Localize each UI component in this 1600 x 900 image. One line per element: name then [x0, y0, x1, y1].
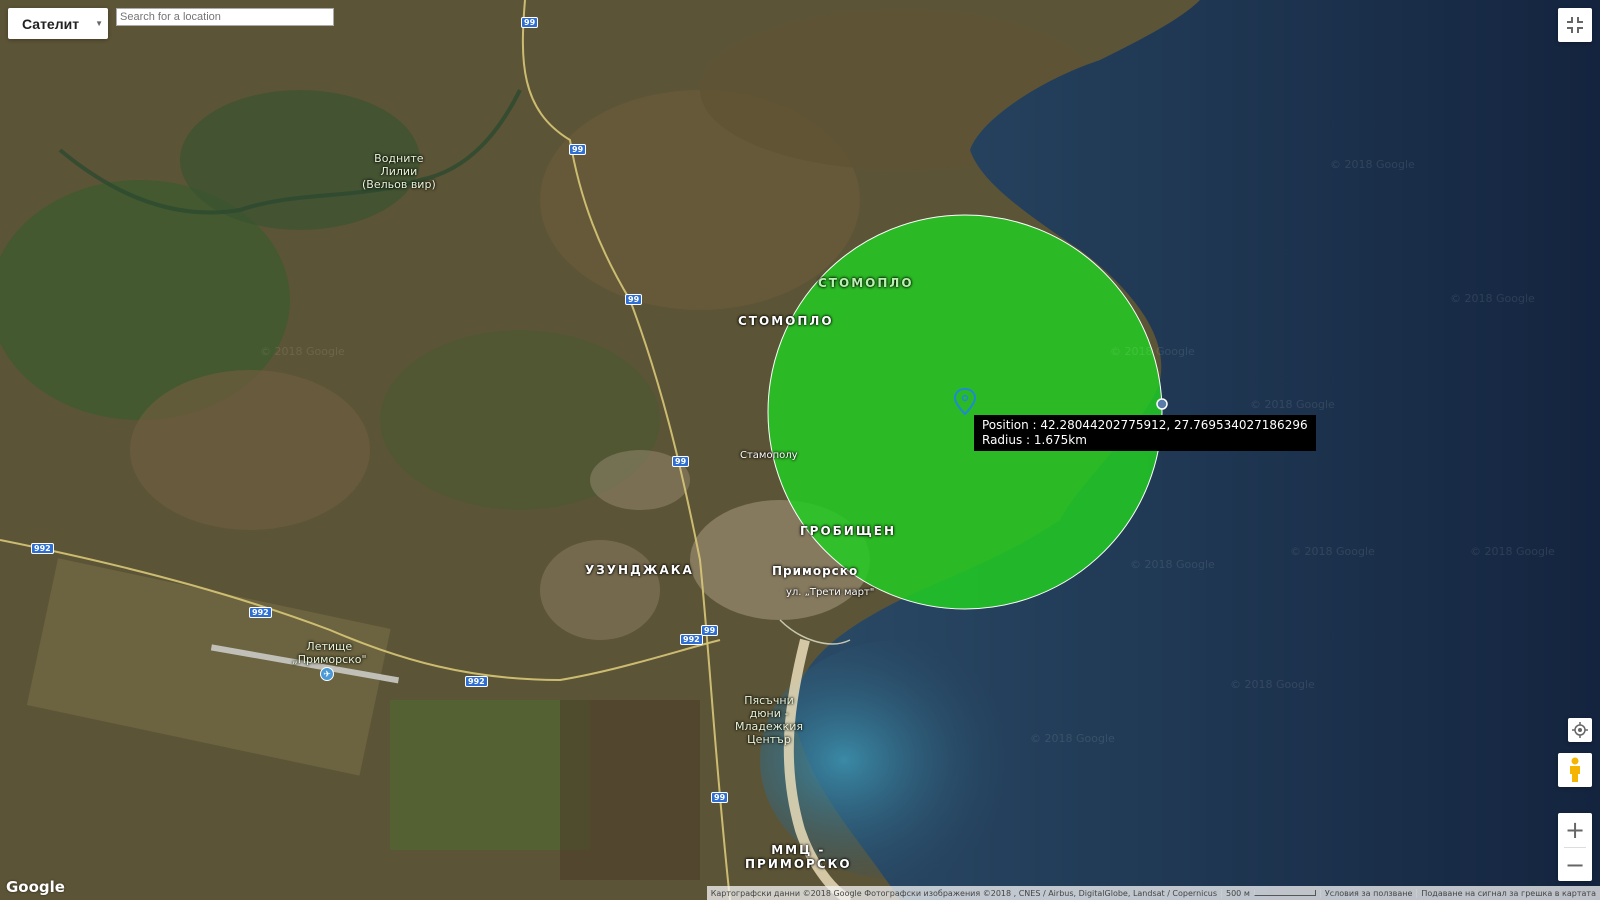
map-footer: Картографски данни ©2018 Google Фотограф… [706, 886, 1600, 900]
watermark: © 2018 Google [1230, 678, 1315, 691]
watermark: © 2018 Google [1290, 545, 1375, 558]
road-shield-99: 99 [521, 17, 539, 28]
search-input[interactable] [116, 8, 334, 26]
circle-info-tooltip: Position : 42.28044202775912, 27.7695340… [974, 415, 1316, 451]
poi-line: Пясъчни [744, 694, 794, 707]
watermark: © 2018 Google [260, 345, 345, 358]
poi-line: ММЦ - [771, 843, 826, 857]
radius-handle-icon[interactable] [1156, 398, 1168, 410]
crosshair-icon [1572, 722, 1588, 738]
satellite-imagery [0, 0, 1600, 900]
hill-patch [130, 370, 370, 530]
scale-indicator[interactable]: 500 м [1221, 888, 1320, 898]
watermark: © 2018 Google [1110, 345, 1195, 358]
watermark: © 2018 Google [1250, 398, 1335, 411]
scale-label: 500 м [1226, 888, 1250, 898]
road-shield-992: 992 [465, 676, 488, 687]
zoom-in-button[interactable]: + [1558, 813, 1592, 847]
poi-line: дюни - [749, 707, 789, 720]
fullscreen-exit-icon [1567, 17, 1583, 33]
terms-link[interactable]: Условия за ползване [1319, 888, 1417, 898]
watermark: © 2018 Google [1130, 558, 1215, 571]
scale-bar [1253, 890, 1316, 896]
map-type-dropdown[interactable]: Сателит ▼ [8, 8, 108, 39]
road-shield-99: 99 [569, 144, 587, 155]
tooltip-position: Position : 42.28044202775912, 27.7695340… [982, 418, 1308, 432]
poi-line: ПРИМОРСКО [745, 857, 852, 871]
attribution-text: Картографски данни ©2018 Google Фотограф… [710, 888, 1217, 898]
watermark: © 2018 Google [1330, 158, 1415, 171]
label-primorsko: Приморско [772, 564, 859, 578]
town-area [540, 540, 660, 640]
google-logo: Google [6, 878, 65, 896]
road-shield-99: 99 [625, 294, 643, 305]
watermark: © 2018 Google [1030, 732, 1115, 745]
road-shield-992: 992 [680, 634, 703, 645]
road-shield-99: 99 [701, 625, 719, 636]
poi-line: Водните [374, 152, 424, 165]
street-view-button[interactable] [1558, 753, 1592, 787]
map-type-label: Сателит [22, 15, 80, 32]
poi-line: Летище [306, 640, 353, 653]
label-stomoplo-upper: СТОМОПЛО [818, 276, 914, 290]
label-stamopolu: Стамополу [740, 450, 798, 461]
road-shield-99: 99 [711, 792, 729, 803]
label-mmc-primorsko: ММЦ - ПРИМОРСКО [745, 843, 852, 871]
zoom-control: + − [1558, 813, 1592, 881]
poi-line: „Приморско" [292, 653, 367, 666]
zoom-out-button[interactable]: − [1558, 848, 1592, 882]
poi-line: Център [747, 733, 791, 746]
poi-line: Лилии [380, 165, 418, 178]
radius-circle[interactable] [767, 214, 1163, 610]
label-grobishten: ГРОБИЩЕН [800, 524, 896, 538]
road-shield-992: 992 [249, 607, 272, 618]
label-uzundzhaka: УЗУНДЖАКА [585, 563, 694, 577]
poi-line: (Вельов вир) [362, 178, 436, 191]
caret-down-icon: ▼ [95, 19, 103, 28]
watermark: © 2018 Google [1450, 292, 1535, 305]
label-dunes: Пясъчни дюни - Младежкия Център [735, 694, 803, 746]
label-vodnite-lilii: Водните Лилии (Вельов вир) [362, 152, 436, 191]
pegman-icon [1570, 757, 1580, 782]
report-error-link[interactable]: Подаване на сигнал за грешка в картата [1416, 888, 1600, 898]
road-shield-992: 992 [31, 543, 54, 554]
fullscreen-button[interactable] [1558, 8, 1592, 42]
fields [560, 700, 700, 880]
airport-icon: ✈ [320, 667, 334, 681]
watermark: © 2018 Google [1470, 545, 1555, 558]
label-airport: Летище „Приморско" [292, 640, 367, 666]
poi-line: Младежкия [735, 720, 803, 733]
tooltip-radius: Radius : 1.675km [982, 433, 1087, 447]
label-stomoplo: СТОМОПЛО [738, 314, 834, 328]
my-location-button[interactable] [1568, 718, 1592, 742]
map-canvas[interactable]: © 2018 Google © 2018 Google © 2018 Googl… [0, 0, 1600, 900]
road-shield-99: 99 [672, 456, 690, 467]
label-treti-mart: ул. „Трети март" [786, 587, 875, 598]
